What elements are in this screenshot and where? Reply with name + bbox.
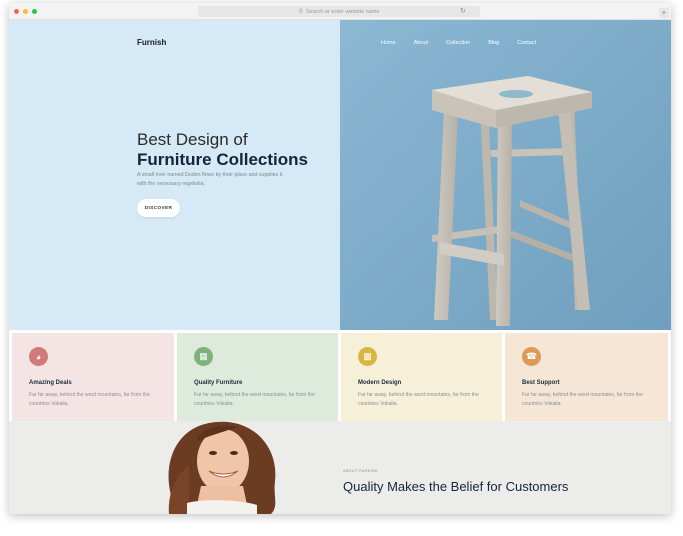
furniture-icon: ▦ bbox=[194, 347, 213, 366]
feature-description: Far far away, behind the word mountains,… bbox=[29, 392, 150, 407]
main-nav: Home About Collection Blog Contact bbox=[381, 40, 554, 46]
site-logo[interactable]: Furnish bbox=[137, 38, 166, 47]
feature-title: Modern Design bbox=[358, 380, 402, 386]
nav-blog[interactable]: Blog bbox=[488, 40, 499, 46]
maximize-window-button[interactable] bbox=[32, 9, 37, 14]
support-icon: ☎ bbox=[522, 347, 541, 366]
stool-image bbox=[340, 20, 671, 330]
feature-card-best-support[interactable]: ☎ Best Support Far far away, behind the … bbox=[505, 333, 668, 421]
feature-title: Amazing Deals bbox=[29, 380, 72, 386]
feature-title: Best Support bbox=[522, 380, 560, 386]
hero-description: A small river named Duden flows by their… bbox=[137, 172, 283, 187]
new-tab-button[interactable]: + bbox=[659, 8, 669, 18]
hero-title-line2: Furniture Collections bbox=[137, 150, 308, 169]
browser-toolbar: ⚲ Search or enter website name ↻ + bbox=[9, 3, 671, 20]
features-row: ◕ Amazing Deals Far far away, behind the… bbox=[9, 330, 671, 421]
hero-title-line1: Best Design of bbox=[137, 130, 248, 149]
bowl-icon: ◕ bbox=[29, 347, 48, 366]
feature-description: Far far away, behind the word mountains,… bbox=[194, 392, 315, 407]
discover-button[interactable]: DISCOVER bbox=[137, 199, 180, 217]
address-bar-placeholder: Search or enter website name bbox=[306, 8, 380, 15]
address-bar[interactable]: ⚲ Search or enter website name bbox=[198, 6, 480, 17]
search-icon: ⚲ bbox=[298, 9, 304, 15]
feature-card-modern-design[interactable]: ▩ Modern Design Far far away, behind the… bbox=[341, 333, 502, 421]
close-window-button[interactable] bbox=[14, 9, 19, 14]
nav-about[interactable]: About bbox=[414, 40, 428, 46]
browser-window: ⚲ Search or enter website name ↻ + Home … bbox=[9, 3, 671, 514]
woman-photo bbox=[139, 421, 299, 514]
feature-description: Far far away, behind the word mountains,… bbox=[358, 392, 479, 407]
reload-icon[interactable]: ↻ bbox=[460, 7, 466, 15]
about-title: Quality Makes the Belief for Customers bbox=[343, 479, 569, 494]
nav-home[interactable]: Home bbox=[381, 40, 396, 46]
sofa-icon: ▩ bbox=[358, 347, 377, 366]
nav-collection[interactable]: Collection bbox=[446, 40, 470, 46]
about-subtitle: ABOUT FURNISH bbox=[343, 469, 378, 473]
feature-description: Far far away, behind the word mountains,… bbox=[522, 392, 643, 407]
feature-title: Quality Furniture bbox=[194, 380, 243, 386]
hero-image: Home About Collection Blog Contact bbox=[340, 20, 671, 330]
feature-card-quality-furniture[interactable]: ▦ Quality Furniture Far far away, behind… bbox=[177, 333, 338, 421]
nav-contact[interactable]: Contact bbox=[517, 40, 536, 46]
minimize-window-button[interactable] bbox=[23, 9, 28, 14]
feature-card-amazing-deals[interactable]: ◕ Amazing Deals Far far away, behind the… bbox=[12, 333, 174, 421]
about-section: ABOUT FURNISH Quality Makes the Belief f… bbox=[9, 421, 671, 514]
